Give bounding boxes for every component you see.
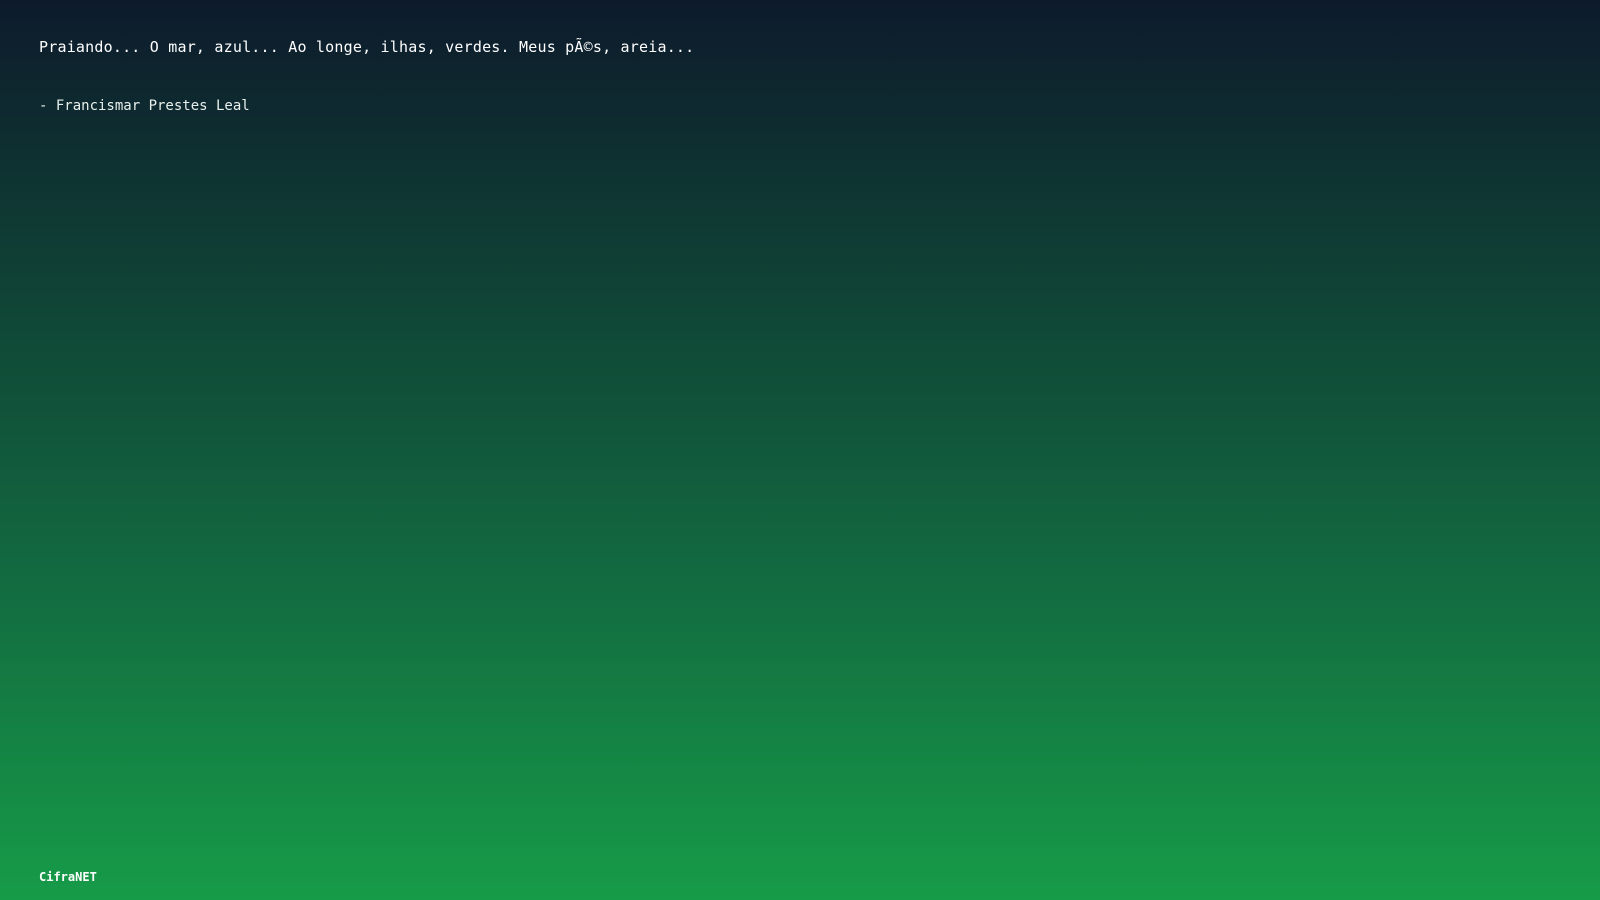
quote-author: - Francismar Prestes Leal [39,98,250,114]
brand-logo-text: CifraNET [39,870,97,884]
quote-text: Praiando... O mar, azul... Ao longe, ilh… [39,38,695,56]
